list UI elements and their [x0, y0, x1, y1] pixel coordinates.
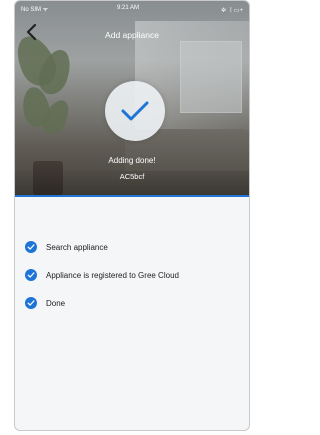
hero-divider: [15, 195, 249, 197]
step-item: Done: [25, 289, 245, 317]
battery-indicator: ✲ 〡▭+: [221, 8, 243, 14]
check-circle-icon: [25, 241, 37, 253]
check-circle-icon: [25, 269, 37, 281]
step-label: Appliance is registered to Gree Cloud: [46, 270, 179, 280]
step-item: Appliance is registered to Gree Cloud: [25, 261, 245, 289]
success-badge: [105, 81, 165, 141]
carrier-label: No SIM ᯤ: [21, 7, 49, 13]
check-circle-icon: [25, 297, 37, 309]
step-label: Done: [46, 298, 66, 308]
progress-steps: Search appliance Appliance is registered…: [25, 233, 245, 317]
step-item: Search appliance: [25, 233, 245, 261]
page-title: Add appliance: [105, 30, 159, 40]
device-name: AC5bcf: [119, 172, 145, 181]
status-bar: No SIM ᯤ 9:21 AM ✲ 〡▭+: [15, 1, 249, 15]
phone-screen: No SIM ᯤ 9:21 AM ✲ 〡▭+ Add appliance Add…: [14, 0, 250, 431]
status-message: Adding done!: [108, 156, 156, 165]
step-label: Search appliance: [46, 242, 108, 252]
checkmark-icon: [121, 101, 149, 121]
status-time: 9:21 AM: [117, 5, 140, 11]
